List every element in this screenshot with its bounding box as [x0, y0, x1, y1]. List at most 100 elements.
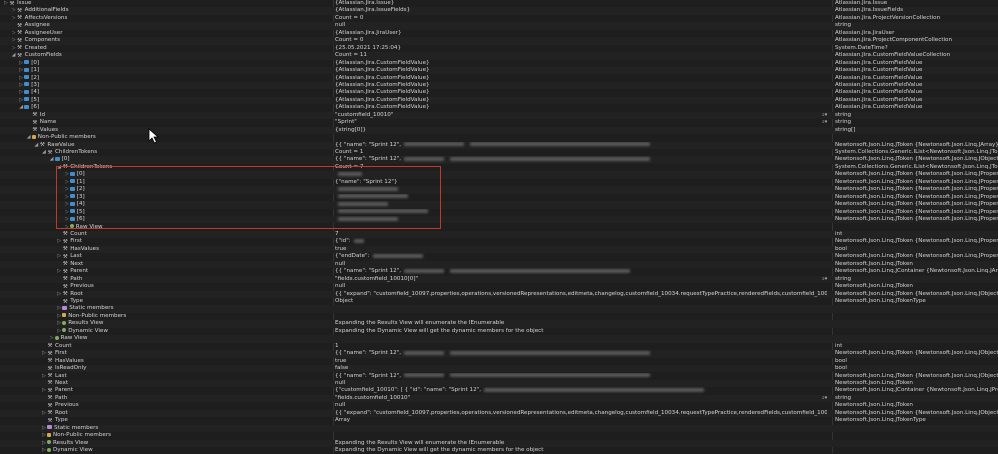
tree-row[interactable]: ▷ ⚒ Root {{ "expand": "customfield_10097.pr… [0, 290, 998, 298]
tree-row[interactable]: ▷ ⚒ Parent {{ "name": "Sprint 12", Newtonsof… [0, 268, 998, 275]
tree-row[interactable]: ▷ [6] Newtonsoft.Json.Linq.JToken {Newtons… [0, 216, 998, 224]
tree-row[interactable]: ⚒ Path "fields.customfield_10010" ⌕▾ string [0, 394, 998, 403]
tree-row[interactable]: ▷ [2] Newtonsoft.Json.Linq.JToken {Newtons… [0, 186, 998, 194]
tree-row[interactable]: ▷ Static members [0, 305, 998, 313]
member-value: {"name": "Sprint 12"} [335, 178, 398, 185]
tree-row[interactable]: ▷ ⚒ Created {25.05.2021 17:25:04} System.Dat… [0, 45, 998, 52]
tree-row[interactable]: ▷ [0] {Atlassian.Jira.CustomFieldValue} Atl… [0, 60, 998, 67]
tree-row[interactable]: ▷ Results View Expanding the Results View … [0, 320, 998, 328]
tree-row[interactable]: ▷ [4] Newtonsoft.Json.Linq.JToken {Newtons… [0, 201, 998, 209]
view-icon [47, 440, 51, 445]
tree-row[interactable]: ⚒ Type Array Newtonsoft.Json.Linq.JTokenTyp… [0, 417, 998, 424]
tree-row[interactable]: ▷ Non-Public members [0, 432, 998, 439]
tree-row[interactable]: ⚒ Id "customfield_10010" ⌕▾ string [0, 111, 998, 120]
tree-row[interactable]: ⚒ HasValues true bool [0, 245, 998, 254]
tree-row[interactable]: ▷ ⚒ Parent {"customfield_10010": [ { "id": … [0, 387, 998, 394]
value-cell: {Atlassian.Jira.CustomFieldValue} [335, 104, 827, 111]
tree-row[interactable]: ▷ [1] {Atlassian.Jira.CustomFieldValue} Atl… [0, 67, 998, 75]
member-name: [3] [76, 193, 85, 200]
type-cell [835, 134, 998, 141]
tree-row[interactable]: ⚒ HasValues true bool [0, 358, 998, 365]
member-value: Object [335, 298, 354, 304]
redacted-text [372, 253, 423, 258]
tree-row[interactable]: ⚒ Next null Newtonsoft.Json.Linq.JToken [0, 379, 998, 388]
member-value: Expanding the Dynamic View will get the … [335, 447, 544, 453]
view-icon [54, 335, 59, 340]
tree-row[interactable]: ▷ Static members [0, 424, 998, 433]
value-cell: 7 [335, 231, 827, 238]
collapse-arrow-icon[interactable]: ◢ [50, 156, 55, 163]
tree-row[interactable]: ▷ Non-Public members [0, 313, 998, 320]
tree-row[interactable]: ▷ ⚒ AffectsVersions Count = 0 Atlassian.Jira… [0, 15, 998, 22]
tree-row[interactable]: ▷ ⚒ First {{ "name": "Sprint 12", Newtonsoft… [0, 350, 998, 358]
expand-arrow-icon[interactable]: ▷ [50, 335, 55, 342]
tree-row[interactable]: ⚒ Next null Newtonsoft.Json.Linq.JToken [0, 260, 998, 269]
member-value: null [335, 22, 346, 29]
tree-row[interactable]: ▷ ⚒ Issue {Atlassian.Jira.Issue} Atlassian.J… [0, 0, 998, 7]
tree-row[interactable]: ⚒ IsReadOnly false bool [0, 365, 998, 373]
visualizer-magnifier-icon[interactable]: ⌕▾ [822, 276, 827, 283]
member-name: [0] [76, 171, 85, 178]
name-cell: ◢ [0] [50, 156, 330, 163]
type-cell: Newtonsoft.Json.Linq.JContainer {Newtons… [835, 268, 998, 275]
tree-row[interactable]: ⚒ Assignee null string [0, 22, 998, 30]
tree-row[interactable]: ▷ ⚒ AdditionalFields {Atlassian.Jira.IssueF… [0, 7, 998, 15]
member-name: Root [70, 290, 83, 297]
tree-row[interactable]: ◢ ⚒ CustomFields Count = 11 Atlassian.Jira.C… [0, 52, 998, 60]
tree-row[interactable]: ▷ [2] {Atlassian.Jira.CustomFieldValue} Atl… [0, 75, 998, 82]
member-name: Next [55, 379, 69, 386]
tree-row[interactable]: ▷ ⚒ AssigneeUser {Atlassian.Jira.JiraUser} A… [0, 30, 998, 37]
name-cell: ⚒ Type [57, 298, 330, 305]
member-name: [6] [76, 216, 85, 223]
tree-row[interactable]: ⚒ Path "fields.customfield_10010[0]" ⌕▾ stri… [0, 275, 998, 284]
tree-row[interactable]: ▷ [4] {Atlassian.Jira.CustomFieldValue} Atl… [0, 89, 998, 96]
tree-row[interactable]: ⚒ Type Object Newtonsoft.Json.Linq.JTokenTy… [0, 298, 998, 305]
member-value: {Atlassian.Jira.CustomFieldValue} [335, 81, 430, 88]
tree-row[interactable]: ◢ ⚒ ChildrenTokens Count = 7 System.Collecti… [0, 164, 998, 171]
tree-row[interactable]: ▷ Raw View [0, 224, 998, 231]
tree-row[interactable]: ◢ [6] {Atlassian.Jira.CustomFieldValue} Atl… [0, 104, 998, 111]
tree-row[interactable]: ▷ [5] {Atlassian.Jira.CustomFieldValue} Atl… [0, 96, 998, 105]
tree-row[interactable]: ▷ ⚒ Last {"endDate": Newtonsoft.Json.Linq.JT… [0, 253, 998, 260]
tree-row[interactable]: ▷ [3] Newtonsoft.Json.Linq.JToken {Newtons… [0, 194, 998, 201]
visualizer-magnifier-icon[interactable]: ⌕▾ [822, 112, 827, 119]
view-icon [47, 447, 51, 452]
tree-row[interactable]: ▷ ⚒ Components Count = 0 Atlassian.Jira.Proj… [0, 37, 998, 45]
member-name: Non-Public members [53, 432, 112, 439]
property-wrench-icon: ⚒ [62, 276, 68, 283]
tree-row[interactable]: ▷ Results View Expanding the Results View … [0, 439, 998, 447]
tree-row[interactable]: ▷ Dynamic View Expanding the Dynamic View … [0, 328, 998, 335]
tree-row[interactable]: ▷ Raw View [0, 335, 998, 343]
visualizer-magnifier-icon[interactable]: ⌕▾ [822, 395, 827, 402]
property-wrench-icon: ⚒ [32, 127, 38, 134]
redacted-text [338, 171, 362, 176]
tree-row[interactable]: ◢ ⚒ ChildrenTokens Count = 1 System.Collecti… [0, 149, 998, 156]
tree-row[interactable]: ◢ [0] {{ "name": "Sprint 12", Newtonsoft.Js… [0, 156, 998, 164]
tree-row[interactable]: ▷ [1] {"name": "Sprint 12"} Newtonsoft.Json… [0, 179, 998, 186]
tree-row[interactable]: ▷ ⚒ Root {{ "expand": "customfield_10097.pr… [0, 409, 998, 418]
value-cell [335, 134, 827, 141]
tree-row[interactable]: ⚒ Name "Sprint" ⌕▾ string [0, 119, 998, 126]
member-value: true [335, 357, 347, 364]
tree-row[interactable]: ⚒ Previous null Newtonsoft.Json.Linq.JToken [0, 402, 998, 409]
tree-row[interactable]: ⚒ Count 1 int [0, 343, 998, 350]
member-name: CustomFields [24, 52, 62, 59]
visualizer-magnifier-icon[interactable]: ⌕▾ [822, 119, 827, 126]
tree-row[interactable]: ⚒ Count 7 int [0, 230, 998, 239]
tree-row[interactable]: ▷ [5] Newtonsoft.Json.Linq.JToken {Newtons… [0, 209, 998, 216]
value-cell: Expanding the Results View will enumerat… [335, 440, 827, 447]
tree-row[interactable]: ▷ ⚒ Last {{ "name": "Sprint 12", Newtonsoft.… [0, 373, 998, 380]
name-cell: ⚒ Type [42, 417, 330, 424]
tree-row[interactable]: ▷ [3] {Atlassian.Jira.CustomFieldValue} Atl… [0, 81, 998, 90]
value-cell: Expanding the Dynamic View will get the … [335, 328, 827, 335]
tree-row[interactable]: ▷ ⚒ First {"id": Newtonsoft.Json.Linq.JToken… [0, 238, 998, 245]
field-cube-icon [24, 82, 30, 87]
value-cell: {{ "name": "Sprint 12", [335, 268, 827, 275]
value-cell: {{ "name": "Sprint 12", [335, 373, 827, 380]
property-wrench-icon: ⚒ [17, 15, 23, 22]
member-name: Dynamic View [53, 447, 93, 453]
member-name: Results View [53, 439, 89, 446]
tree-row[interactable]: ⚒ Previous null Newtonsoft.Json.Linq.JToken [0, 283, 998, 290]
property-wrench-icon: ⚒ [47, 387, 53, 394]
tree-row[interactable]: ▷ [0] Newtonsoft.Json.Linq.JToken {Newtons… [0, 171, 998, 179]
